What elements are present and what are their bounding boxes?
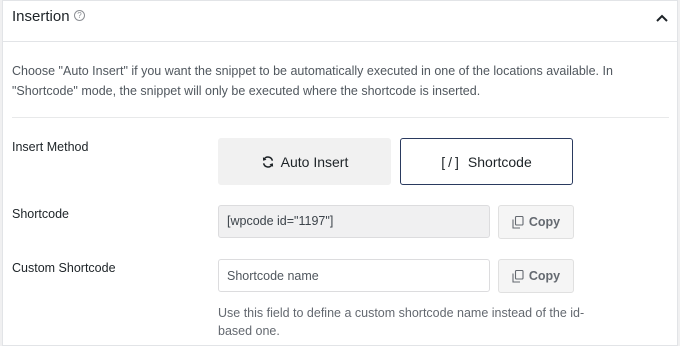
copy-icon [512, 269, 524, 283]
copy-label: Copy [528, 215, 561, 229]
insertion-panel: Insertion ? Choose "Auto Insert" if you … [2, 0, 678, 346]
chevron-up-icon [656, 14, 668, 22]
help-icon[interactable]: ? [74, 10, 85, 21]
copy-shortcode-button[interactable]: Copy [498, 205, 574, 239]
auto-insert-button[interactable]: Auto Insert [218, 138, 391, 185]
auto-insert-label: Auto Insert [280, 153, 349, 170]
shortcode-brackets-icon: [/] [441, 153, 462, 170]
custom-shortcode-label: Custom Shortcode [12, 261, 116, 275]
section-description: Choose "Auto Insert" if you want the sni… [12, 64, 613, 98]
panel-title: Insertion [12, 8, 70, 25]
divider [12, 117, 669, 118]
shortcode-label: Shortcode [467, 153, 532, 170]
shortcode-button[interactable]: [/] Shortcode [400, 138, 573, 185]
shortcode-value-field[interactable]: [wpcode id="1197"] [218, 205, 490, 238]
copy-label: Copy [528, 269, 561, 283]
custom-shortcode-help: Use this field to define a custom shortc… [218, 306, 585, 338]
collapse-toggle-button[interactable] [651, 7, 673, 29]
panel-header[interactable]: Insertion ? [3, 1, 677, 42]
copy-icon [512, 215, 524, 229]
copy-custom-shortcode-button[interactable]: Copy [498, 259, 574, 293]
insert-method-label: Insert Method [12, 140, 89, 154]
custom-shortcode-input[interactable] [218, 259, 490, 292]
shortcode-label-row: Shortcode [12, 207, 69, 221]
refresh-icon [262, 155, 273, 168]
